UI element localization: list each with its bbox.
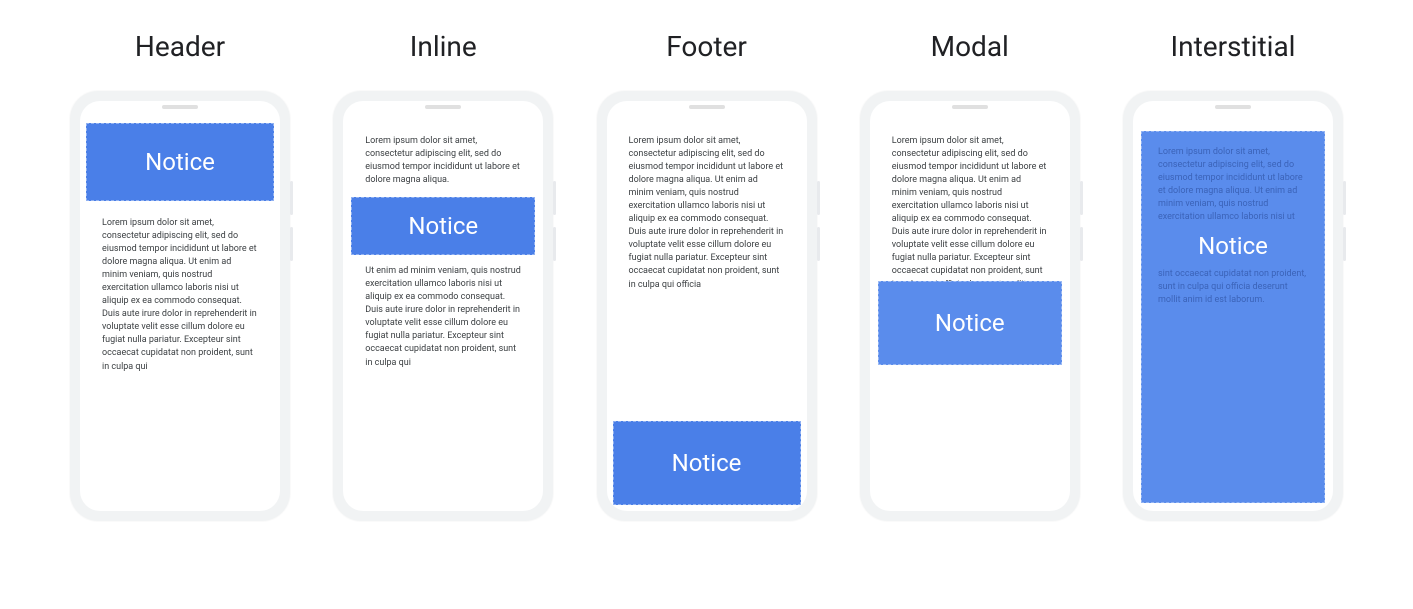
phone-mockup: Notice Lorem ipsum dolor sit amet, conse… <box>70 91 290 521</box>
body-text: Lorem ipsum dolor sit amet, consectetur … <box>343 123 543 392</box>
phone-mockup: Lorem ipsum dolor sit amet, consectetur … <box>860 91 1080 521</box>
variant-interstitial: Interstitial Lorem ipsum dolor sit amet,… <box>1113 30 1353 521</box>
lorem-paragraph: Lorem ipsum dolor sit amet, consectetur … <box>629 135 785 292</box>
variant-title-interstitial: Interstitial <box>1170 30 1295 63</box>
body-text: Lorem ipsum dolor sit amet, consectetur … <box>607 123 807 314</box>
phone-screen: Lorem ipsum dolor sit amet, consectetur … <box>343 101 543 511</box>
phone-mockup: Lorem ipsum dolor sit amet, consectetur … <box>1123 91 1343 521</box>
dimmed-text-top: Lorem ipsum dolor sit amet, consectetur … <box>1158 146 1308 224</box>
variant-modal: Modal Lorem ipsum dolor sit amet, consec… <box>850 30 1090 521</box>
phone-screen: Lorem ipsum dolor sit amet, consectetur … <box>1133 101 1333 511</box>
lorem-paragraph: Lorem ipsum dolor sit amet, consectetur … <box>365 135 521 187</box>
variant-title-modal: Modal <box>931 30 1009 63</box>
variant-title-inline: Inline <box>410 30 477 63</box>
lorem-paragraph: Ut enim ad minim veniam, quis nostrud ex… <box>365 265 521 369</box>
body-text: Lorem ipsum dolor sit amet, consectetur … <box>80 205 280 396</box>
variant-title-footer: Footer <box>666 30 747 63</box>
phone-screen: Lorem ipsum dolor sit amet, consectetur … <box>607 101 807 511</box>
notice-overlay-interstitial: Lorem ipsum dolor sit amet, consectetur … <box>1141 131 1325 503</box>
variant-footer: Footer Lorem ipsum dolor sit amet, conse… <box>587 30 827 521</box>
lorem-paragraph: Lorem ipsum dolor sit amet, consectetur … <box>892 135 1048 305</box>
phone-screen: Lorem ipsum dolor sit amet, consectetur … <box>870 101 1070 511</box>
notice-banner-modal: Notice <box>878 281 1062 365</box>
variant-title-header: Header <box>135 30 225 63</box>
variant-inline: Inline Lorem ipsum dolor sit amet, conse… <box>323 30 563 521</box>
phone-mockup: Lorem ipsum dolor sit amet, consectetur … <box>597 91 817 521</box>
lorem-paragraph: Lorem ipsum dolor sit amet, consectetur … <box>102 217 258 374</box>
variant-header: Header Notice Lorem ipsum dolor sit amet… <box>60 30 300 521</box>
phone-mockup: Lorem ipsum dolor sit amet, consectetur … <box>333 91 553 521</box>
notice-banner-footer: Notice <box>613 421 801 505</box>
dimmed-text-bottom: sint occaecat cupidatat non proident, su… <box>1158 268 1308 307</box>
phone-screen: Notice Lorem ipsum dolor sit amet, conse… <box>80 101 280 511</box>
notice-label: Notice <box>1158 232 1308 260</box>
notice-banner-header: Notice <box>86 123 274 201</box>
placement-variants-row: Header Notice Lorem ipsum dolor sit amet… <box>0 0 1413 521</box>
notice-banner-inline: Notice <box>351 197 535 255</box>
